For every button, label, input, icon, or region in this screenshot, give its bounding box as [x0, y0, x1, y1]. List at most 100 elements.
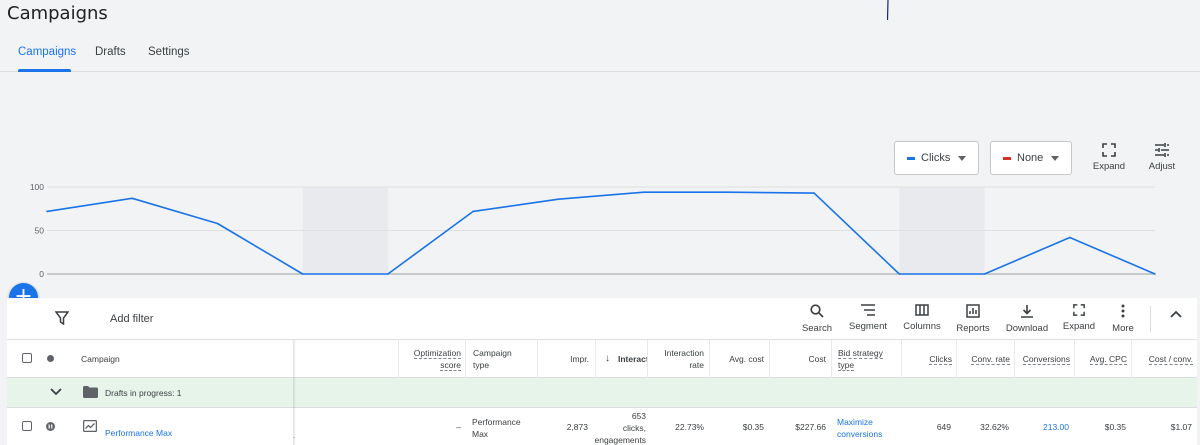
avg-cpc-value: $0.35	[1104, 422, 1126, 432]
drafts-label: Drafts in progress: 1	[105, 388, 182, 398]
interactions-value-2: clicks,	[622, 423, 646, 433]
cursor-mark	[887, 0, 889, 20]
search-label: Search	[801, 323, 833, 334]
chart-adjust-button[interactable]: Adjust	[1144, 143, 1180, 172]
col-conv-rate-label: Conv. rate	[971, 354, 1010, 365]
campaign-name-link[interactable]: Performance Max	[105, 428, 172, 438]
metric1-dropdown[interactable]: Clicks	[894, 141, 979, 175]
bid-strategy-2[interactable]: conversions	[837, 429, 882, 439]
metric1-label: Clicks	[921, 152, 951, 164]
row-checkbox[interactable]	[22, 421, 32, 431]
table-header: Campaign Optimization score Campaign typ…	[7, 340, 1197, 378]
clicks-point	[216, 222, 219, 225]
more-button[interactable]: More	[1109, 304, 1137, 334]
table-expand-button[interactable]: Expand	[1062, 304, 1096, 332]
campaign-type-1: Performance	[472, 417, 521, 427]
clicks-point	[728, 191, 730, 194]
y-tick-label: 0	[39, 269, 44, 279]
col-cost-conv-label: Cost / conv.	[1148, 354, 1193, 365]
chart-expand-button[interactable]: Expand	[1091, 143, 1127, 172]
reports-icon	[966, 304, 980, 318]
metric1-swatch	[907, 156, 915, 160]
interactions-value-3: engagements	[595, 435, 646, 445]
y-tick-label: 50	[35, 226, 45, 236]
col-interactions[interactable]: ↓ Interact	[595, 340, 647, 378]
col-impr[interactable]: Impr.	[537, 340, 595, 378]
add-filter-button[interactable]: Add filter	[110, 313, 153, 325]
status-dot-header	[47, 355, 54, 362]
clicks-point	[387, 273, 389, 275]
col-cost-conv[interactable]: Cost / conv.	[1131, 340, 1197, 378]
col-avg-cost[interactable]: Avg. cost	[709, 340, 769, 378]
col-cost[interactable]: Cost	[769, 340, 831, 378]
tab-bar: Campaigns Drafts Settings	[0, 38, 1200, 72]
search-icon	[810, 304, 824, 318]
col-clicks[interactable]: Clicks	[901, 340, 956, 378]
chevron-down-icon	[958, 156, 966, 161]
reports-button[interactable]: Reports	[955, 304, 991, 334]
segment-button[interactable]: Segment	[848, 304, 888, 332]
col-type-label-1: Campaign	[473, 348, 512, 358]
col-optimization-score[interactable]: Optimization score	[398, 340, 465, 378]
col-campaign-type[interactable]: Campaign type	[465, 340, 537, 378]
tab-settings[interactable]: Settings	[148, 46, 190, 58]
columns-button[interactable]: Columns	[902, 304, 942, 332]
tab-drafts[interactable]: Drafts	[95, 46, 126, 58]
clicks-point	[1068, 236, 1071, 239]
columns-label: Columns	[903, 321, 941, 332]
clicks-point	[813, 192, 815, 194]
col-opt-score-label-1: Optimization	[413, 348, 461, 359]
col-avg-cpc[interactable]: Avg. CPC	[1074, 340, 1131, 378]
metric2-label: None	[1017, 152, 1044, 164]
col-spacer	[296, 340, 398, 378]
conv-rate-value: 32.62%	[980, 422, 1009, 432]
frozen-column-shadow	[293, 340, 296, 445]
more-label: More	[1112, 323, 1134, 334]
bid-strategy-1[interactable]: Maximize	[837, 417, 873, 427]
select-all-checkbox[interactable]	[22, 353, 32, 363]
paused-status-icon[interactable]	[46, 422, 55, 431]
page-title: Campaigns	[7, 3, 108, 24]
col-interaction-rate[interactable]: Interaction rate	[647, 340, 709, 378]
clicks-point	[557, 198, 560, 200]
performance-max-icon	[83, 420, 97, 432]
cost-conv-value: $1.07	[1170, 422, 1192, 432]
interactions-value-1: 653	[631, 411, 646, 421]
chevron-up-icon[interactable]	[1170, 310, 1182, 318]
search-button[interactable]: Search	[801, 304, 833, 334]
y-tick-label: 100	[30, 182, 44, 192]
drafts-row[interactable]: Drafts in progress: 1	[7, 378, 1197, 408]
active-tab-indicator	[18, 69, 71, 72]
tune-icon	[1155, 143, 1169, 157]
col-impr-label: Impr.	[570, 354, 589, 364]
download-button[interactable]: Download	[1005, 304, 1049, 334]
columns-icon	[915, 304, 929, 316]
clicks-point	[46, 210, 48, 213]
reports-label: Reports	[956, 323, 990, 334]
interactions-cell: 653 clicks, engagements	[595, 408, 647, 445]
expand-icon	[1073, 304, 1085, 316]
col-conversions[interactable]: Conversions	[1014, 340, 1074, 378]
col-campaign[interactable]: Campaign	[71, 340, 293, 378]
interaction-rate-value: 22.73%	[675, 422, 704, 432]
metric2-swatch	[1003, 156, 1011, 160]
download-label: Download	[1005, 323, 1049, 334]
cost-value: $227.66	[795, 422, 826, 432]
clicks-point	[983, 273, 986, 275]
chevron-down-icon[interactable]	[50, 388, 62, 396]
clicks-point	[898, 273, 901, 275]
avg-cost-value: $0.35	[742, 422, 764, 432]
expand-icon	[1102, 143, 1116, 157]
metric2-dropdown[interactable]: None	[990, 141, 1072, 175]
col-bid-strategy[interactable]: Bid strategy type	[831, 340, 901, 378]
folder-icon	[83, 386, 98, 398]
chevron-down-icon	[1051, 156, 1059, 161]
conversions-value[interactable]: 213.00	[1043, 422, 1069, 432]
tab-campaigns[interactable]: Campaigns	[18, 46, 76, 58]
table-expand-label: Expand	[1062, 321, 1096, 332]
col-conv-rate[interactable]: Conv. rate	[956, 340, 1014, 378]
filter-icon[interactable]	[55, 311, 69, 325]
table-toolbar: Add filter Search Segment Columns Report…	[7, 298, 1197, 340]
clicks-point	[642, 191, 645, 194]
clicks-point	[131, 197, 134, 200]
